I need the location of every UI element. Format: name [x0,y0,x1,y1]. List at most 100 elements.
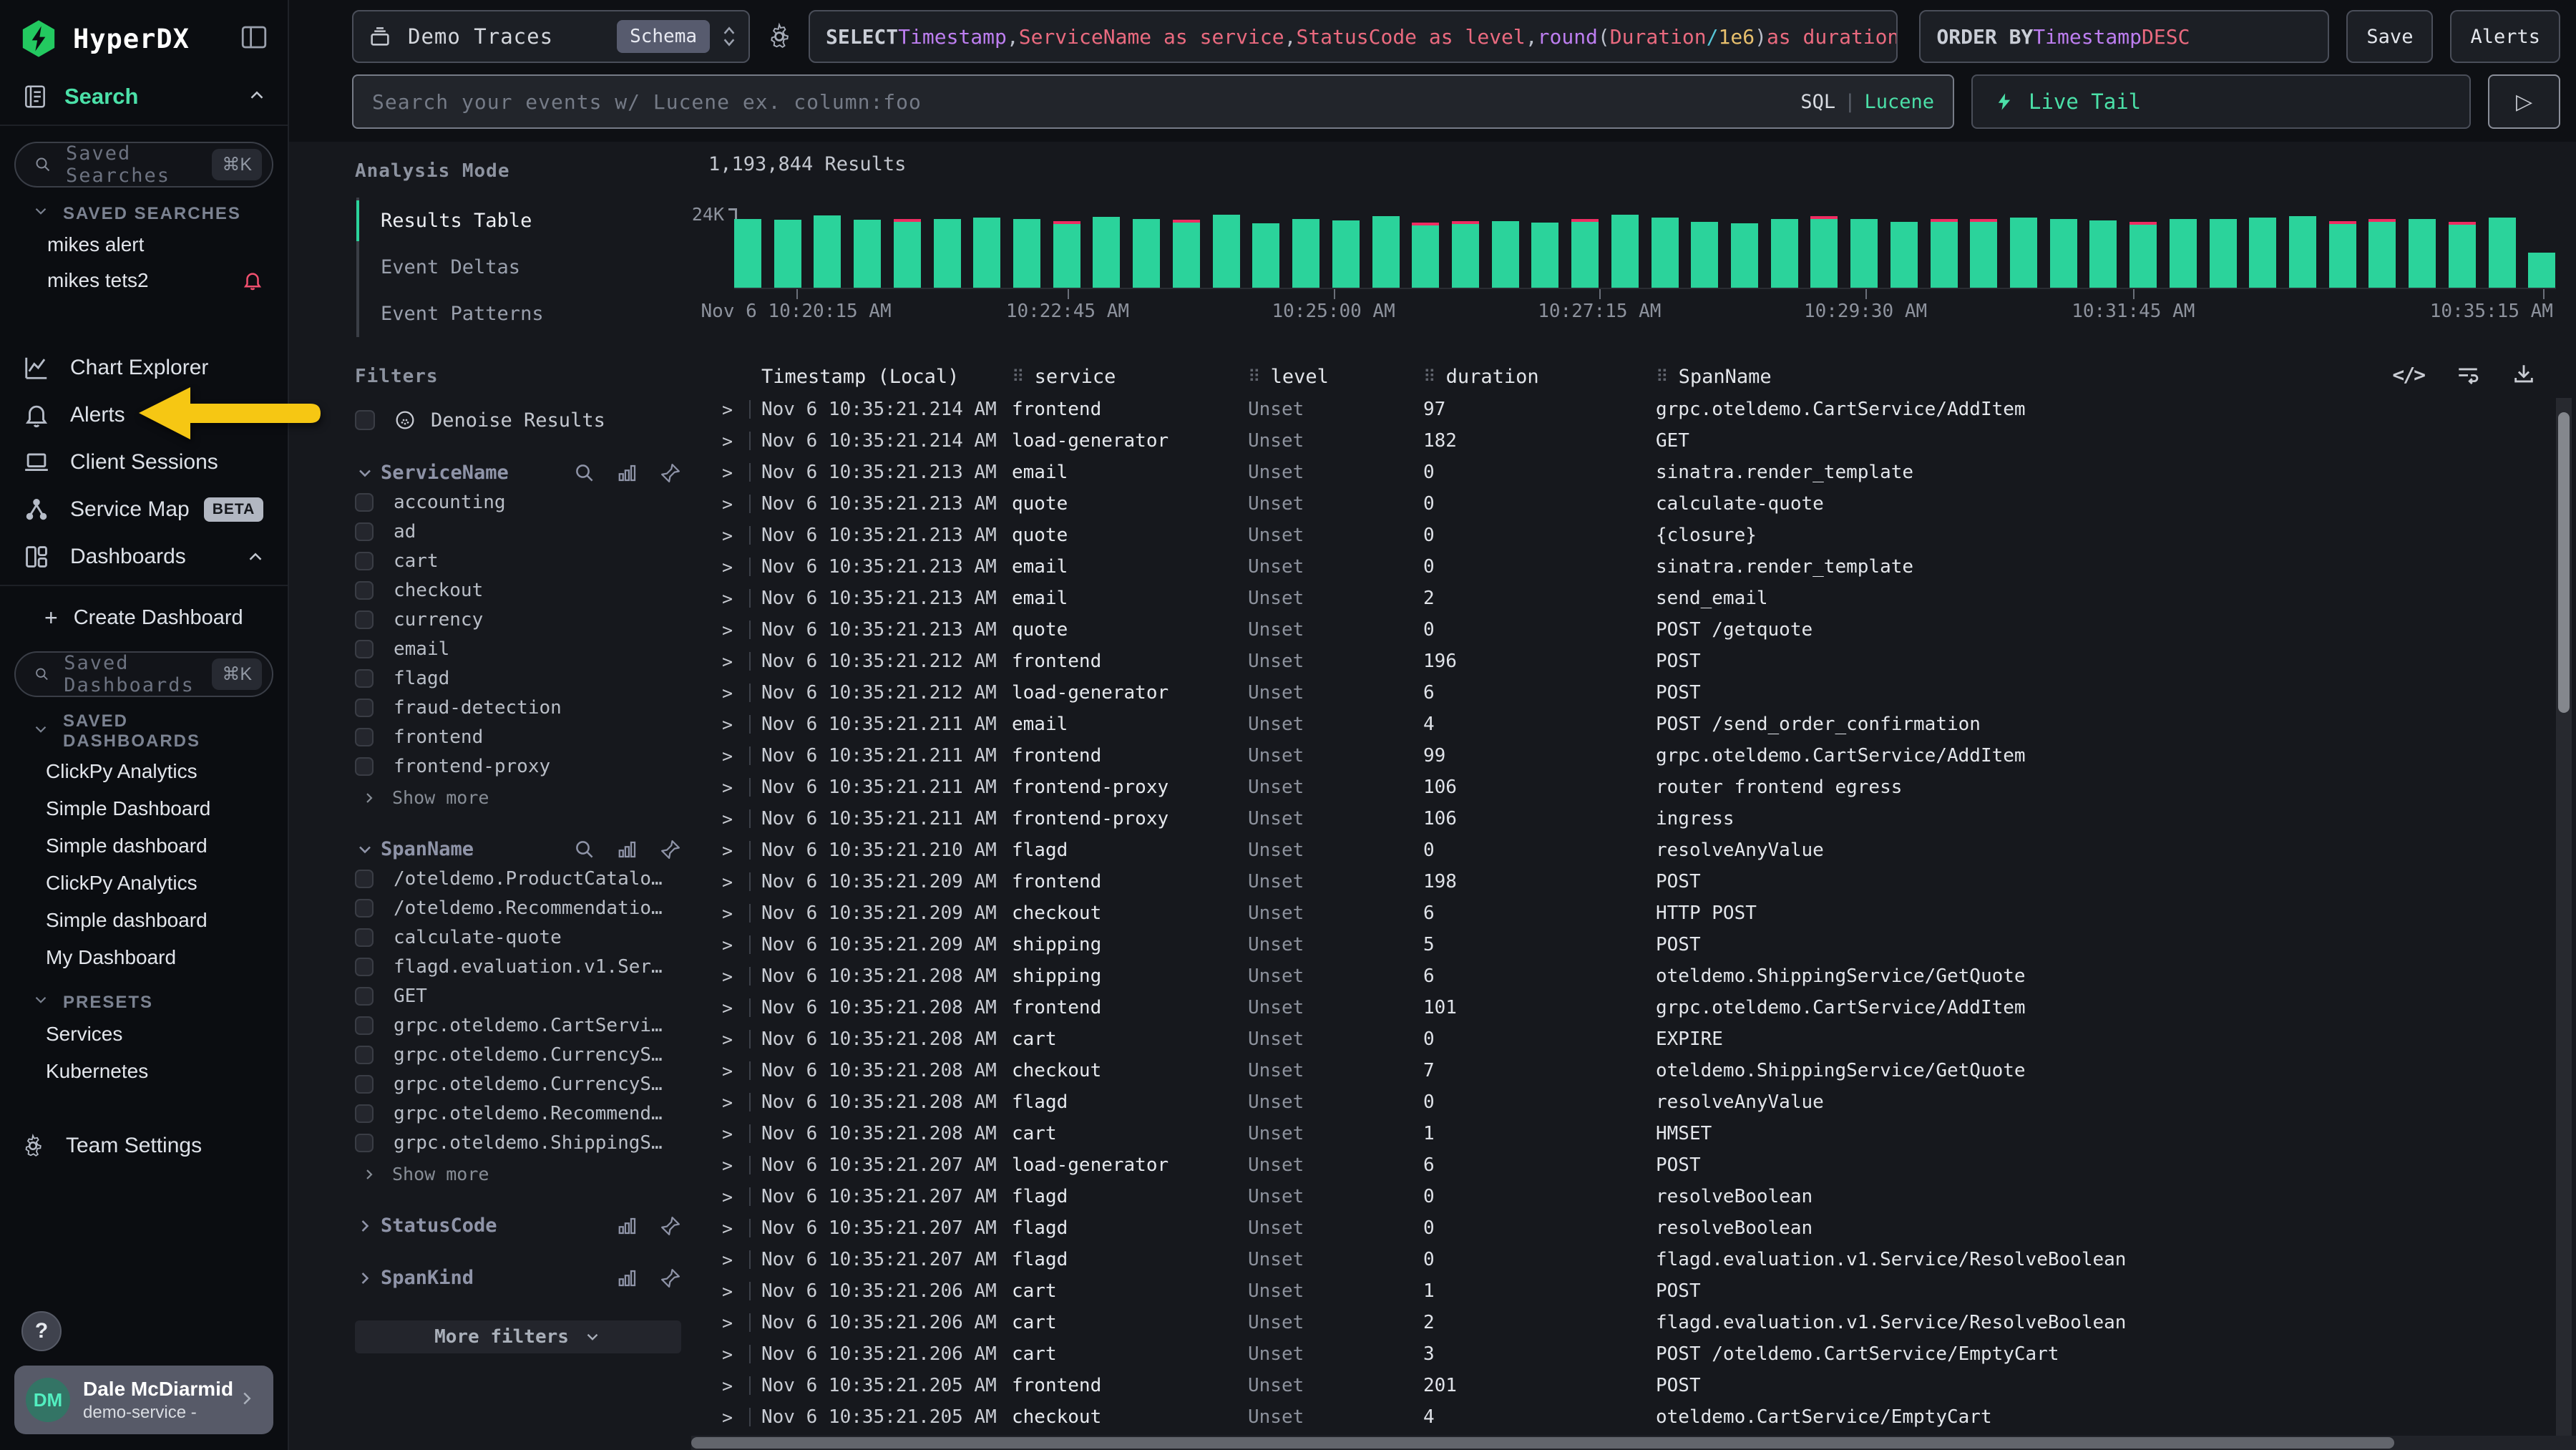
expand-row-icon[interactable]: > [722,746,761,767]
expand-row-icon[interactable]: > [722,494,761,515]
sidebar-item-client-sessions[interactable]: Client Sessions [0,439,288,486]
table-row[interactable]: >Nov 6 10:35:21.212 AMload-generatorUnse… [708,677,2547,709]
vertical-scrollbar-thumb[interactable] [2558,412,2570,713]
table-row[interactable]: >Nov 6 10:35:21.213 AMquoteUnset0{closur… [708,520,2547,551]
expand-row-icon[interactable]: > [722,998,761,1018]
table-row[interactable]: >Nov 6 10:35:21.213 AMquoteUnset0calcula… [708,488,2547,520]
table-row[interactable]: >Nov 6 10:35:21.214 AMload-generatorUnse… [708,425,2547,457]
table-row[interactable]: >Nov 6 10:35:21.206 AMcartUnset2flagd.ev… [708,1307,2547,1338]
filter-option[interactable]: currency [355,609,681,631]
column-header-timestamp-local-[interactable]: Timestamp (Local) [761,366,1012,388]
filter-option[interactable]: grpc.oteldemo.CartServi… [355,1015,681,1036]
checkbox[interactable] [355,757,374,776]
expand-row-icon[interactable]: > [722,966,761,987]
checkbox[interactable] [355,410,375,430]
schema-badge[interactable]: Schema [617,20,710,53]
expand-row-icon[interactable]: > [722,399,761,420]
sidebar-item-search[interactable]: Search [0,72,288,126]
checkbox[interactable] [355,899,374,918]
saved-searches-input[interactable]: Saved Searches ⌘K [14,142,273,188]
chart-icon[interactable] [617,1267,638,1289]
query-language-toggle[interactable]: SQL|Lucene [1800,91,1934,113]
events-histogram[interactable]: 24K [734,214,2556,288]
preset-item[interactable]: Kubernetes [0,1053,288,1090]
expand-row-icon[interactable]: > [722,557,761,578]
expand-row-icon[interactable]: > [722,1061,761,1081]
table-row[interactable]: >Nov 6 10:35:21.213 AMemailUnset0sinatra… [708,551,2547,583]
filter-option[interactable]: fraud-detection [355,697,681,719]
checkbox[interactable] [355,928,374,947]
source-settings-gear-icon[interactable] [764,21,794,52]
checkbox[interactable] [355,581,374,600]
table-row[interactable]: >Nov 6 10:35:21.208 AMflagdUnset0resolve… [708,1086,2547,1118]
sidebar-item-alerts[interactable]: Alerts [0,391,288,439]
checkbox[interactable] [355,610,374,629]
filter-group-header-spanname[interactable]: SpanName [355,838,681,860]
expand-row-icon[interactable]: > [722,1124,761,1144]
table-row[interactable]: >Nov 6 10:35:21.214 AMfrontendUnset97grp… [708,394,2547,425]
pin-icon[interactable] [660,839,681,860]
checkbox[interactable] [355,552,374,570]
saved-dashboard-item[interactable]: My Dashboard [0,939,288,976]
checkbox[interactable] [355,958,374,976]
filter-option[interactable]: GET [355,986,681,1007]
expand-row-icon[interactable]: > [722,1344,761,1365]
filter-option[interactable]: grpc.oteldemo.CurrencyS… [355,1044,681,1066]
filter-option[interactable]: flagd.evaluation.v1.Ser… [355,956,681,978]
table-row[interactable]: >Nov 6 10:35:21.207 AMflagdUnset0resolve… [708,1181,2547,1212]
filter-group-header-statuscode[interactable]: StatusCode [355,1215,681,1237]
save-button[interactable]: Save [2346,10,2433,63]
wrap-lines-icon[interactable] [2456,362,2480,386]
saved-search-item[interactable]: mikes tets2 [0,263,288,298]
expand-row-icon[interactable]: > [722,903,761,924]
filter-option[interactable]: checkout [355,580,681,601]
saved-dashboard-item[interactable]: ClickPy Analytics [0,865,288,902]
show-more-button[interactable]: Show more [359,1164,681,1184]
filter-group-header-servicename[interactable]: ServiceName [355,462,681,484]
sql-select-input[interactable]: SELECT Timestamp, ServiceName as service… [809,10,1898,63]
filter-option[interactable]: ad [355,521,681,542]
table-row[interactable]: >Nov 6 10:35:21.207 AMload-generatorUnse… [708,1149,2547,1181]
expand-row-icon[interactable]: > [722,1092,761,1113]
table-row[interactable]: >Nov 6 10:35:21.208 AMshippingUnset6otel… [708,960,2547,992]
download-icon[interactable] [2512,362,2536,386]
table-row[interactable]: >Nov 6 10:35:21.211 AMemailUnset4POST /s… [708,709,2547,740]
user-profile-card[interactable]: DM Dale McDiarmid demo-service - [14,1366,273,1434]
checkbox[interactable] [355,1075,374,1094]
filter-option[interactable]: /oteldemo.Recommendatio… [355,897,681,919]
order-by-input[interactable]: ORDER BY Timestamp DESC [1919,10,2329,63]
table-row[interactable]: >Nov 6 10:35:21.210 AMflagdUnset0resolve… [708,835,2547,866]
checkbox[interactable] [355,640,374,658]
table-row[interactable]: >Nov 6 10:35:21.211 AMfrontend-proxyUnse… [708,803,2547,835]
filter-option[interactable]: email [355,638,681,660]
table-row[interactable]: >Nov 6 10:35:21.209 AMshippingUnset5POST [708,929,2547,960]
expand-row-icon[interactable]: > [722,809,761,829]
create-dashboard-button[interactable]: + Create Dashboard [0,586,288,634]
table-row[interactable]: >Nov 6 10:35:21.207 AMflagdUnset0resolve… [708,1212,2547,1244]
pin-icon[interactable] [660,462,681,484]
drag-handle-icon[interactable]: ⠿ [1012,366,1025,386]
table-row[interactable]: >Nov 6 10:35:21.209 AMcheckoutUnset6HTTP… [708,897,2547,929]
table-row[interactable]: >Nov 6 10:35:21.205 AMfrontendUnset201PO… [708,1370,2547,1401]
help-button[interactable]: ? [21,1311,62,1351]
drag-handle-icon[interactable]: ⠿ [1423,366,1436,386]
expand-row-icon[interactable]: > [722,1187,761,1207]
drag-handle-icon[interactable]: ⠿ [1656,366,1669,386]
expand-row-icon[interactable]: > [722,651,761,672]
table-row[interactable]: >Nov 6 10:35:21.213 AMemailUnset0sinatra… [708,457,2547,488]
expand-row-icon[interactable]: > [722,1281,761,1302]
sidebar-item-chart-explorer[interactable]: Chart Explorer [0,344,288,391]
filter-option[interactable]: grpc.oteldemo.ShippingS… [355,1132,681,1154]
code-view-icon[interactable]: </> [2392,363,2424,386]
presets-section-header[interactable]: PRESETS [31,991,268,1014]
checkbox[interactable] [355,493,374,512]
table-row[interactable]: >Nov 6 10:35:21.213 AMquoteUnset0POST /g… [708,614,2547,646]
filter-option[interactable]: grpc.oteldemo.CurrencyS… [355,1074,681,1095]
checkbox[interactable] [355,728,374,746]
chart-icon[interactable] [617,462,638,484]
chart-icon[interactable] [617,1215,638,1237]
checkbox[interactable] [355,987,374,1006]
sidebar-item-team-settings[interactable]: Team Settings [0,1124,288,1167]
table-row[interactable]: >Nov 6 10:35:21.208 AMcartUnset1HMSET [708,1118,2547,1149]
more-filters-button[interactable]: More filters [355,1320,681,1353]
